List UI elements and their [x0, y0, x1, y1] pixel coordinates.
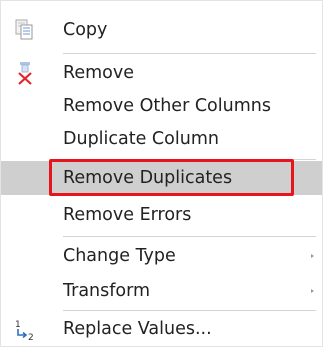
replace-values-icon: 1 2 [13, 317, 37, 343]
replace-values-to-digit: 2 [28, 333, 34, 341]
menu-item-label: Duplicate Column [63, 129, 219, 149]
menu-item-copy[interactable]: Copy [1, 13, 322, 47]
menu-item-transform[interactable]: Transform [1, 274, 322, 308]
menu-item-label: Remove Other Columns [63, 96, 271, 116]
menu-item-label: Replace Values... [63, 319, 212, 339]
menu-separator [63, 53, 316, 54]
highlight-callout [49, 159, 294, 196]
context-menu: Copy Remove Remove Other Columns Duplica… [0, 0, 323, 347]
submenu-arrow-icon [311, 254, 314, 258]
menu-separator [63, 236, 316, 237]
menu-item-remove-other-columns[interactable]: Remove Other Columns [1, 89, 322, 123]
remove-column-icon [13, 61, 37, 85]
menu-item-replace-values[interactable]: 1 2 Replace Values... [1, 312, 322, 346]
menu-item-label: Remove Errors [63, 205, 192, 225]
copy-icon [13, 18, 37, 42]
replace-values-from-digit: 1 [15, 320, 21, 330]
menu-separator [63, 310, 316, 311]
menu-item-remove-errors[interactable]: Remove Errors [1, 198, 322, 232]
menu-item-duplicate-column[interactable]: Duplicate Column [1, 122, 322, 156]
menu-item-label: Transform [63, 281, 151, 301]
menu-item-label: Copy [63, 20, 108, 40]
menu-item-label: Change Type [63, 246, 176, 266]
menu-item-remove[interactable]: Remove [1, 56, 322, 90]
menu-item-change-type[interactable]: Change Type [1, 239, 322, 273]
submenu-arrow-icon [311, 289, 314, 293]
menu-item-label: Remove [63, 63, 135, 83]
